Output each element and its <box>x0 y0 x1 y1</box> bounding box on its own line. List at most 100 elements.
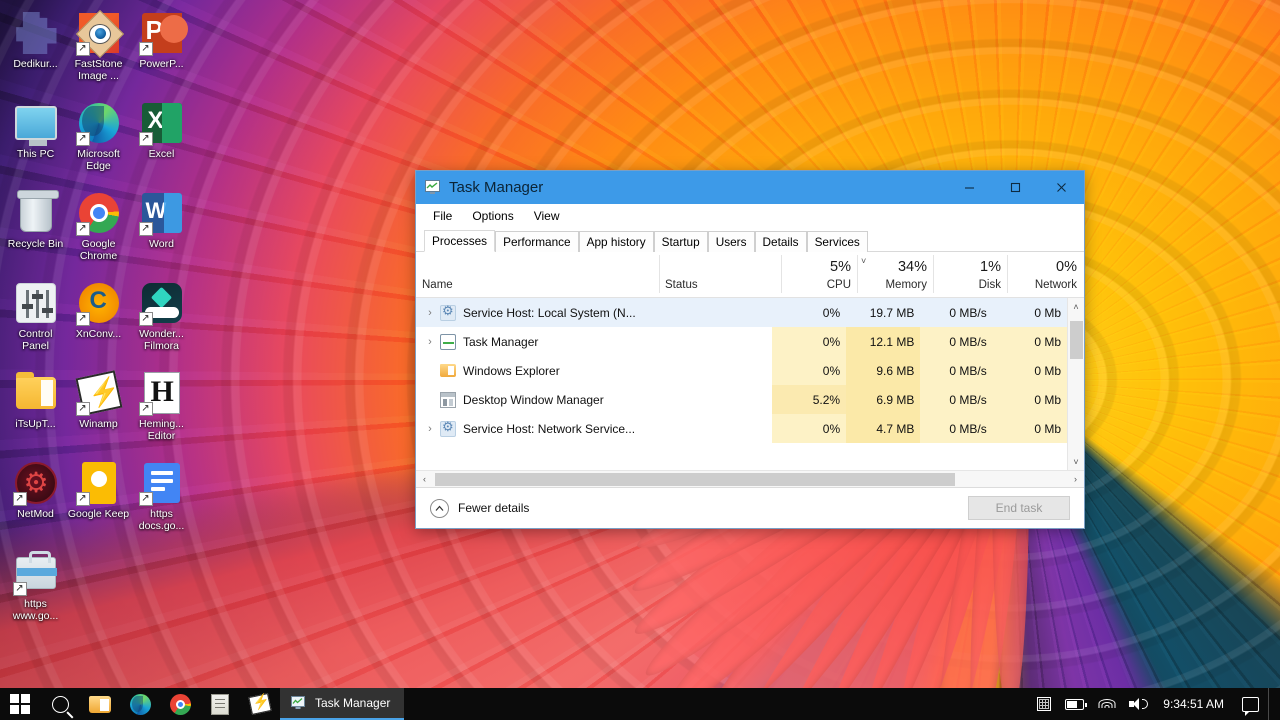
shortcut-overlay-icon <box>138 222 153 236</box>
wifi-button[interactable] <box>1093 688 1120 720</box>
end-task-button[interactable]: End task <box>968 496 1070 520</box>
desktop-icon-control-panel[interactable]: Control Panel <box>4 276 67 366</box>
desktop-icon-google-chrome[interactable]: Google Chrome <box>67 186 130 276</box>
shortcut-overlay-icon <box>12 492 27 506</box>
show-desktop-button[interactable] <box>1268 688 1274 720</box>
horizontal-scroll-thumb[interactable] <box>435 472 955 486</box>
chevron-right-icon[interactable]: › <box>422 307 438 319</box>
taskbar: Task Manager 9:34:51 AM <box>0 688 1280 720</box>
chrome-button[interactable] <box>160 688 200 720</box>
process-row[interactable]: Desktop Window Manager 5.2% 6.9 MB 0 MB/s 0 … <box>416 385 1067 414</box>
recycle-bin-icon <box>13 190 59 236</box>
vertical-scroll-thumb[interactable] <box>1069 321 1083 359</box>
desktop-icon-winamp[interactable]: Winamp <box>67 366 130 456</box>
notepad-button[interactable] <box>200 688 240 720</box>
window-titlebar[interactable]: Task Manager <box>416 171 1084 204</box>
menu-item-file[interactable]: File <box>424 206 461 226</box>
shortcut-overlay-icon <box>75 42 90 56</box>
desktop-icon-puzzle[interactable]: Dedikur... <box>4 6 67 96</box>
processes-panel: Name Status 5% CPU 34% Memory ˅ 1% Disk 0% Network… <box>416 252 1084 487</box>
file-explorer-button[interactable] <box>80 688 120 720</box>
desktop-icon-google-keep[interactable]: Google Keep <box>67 456 130 546</box>
vertical-scroll-track[interactable] <box>1068 315 1085 453</box>
desktop-icon-this-pc[interactable]: This PC <box>4 96 67 186</box>
battery-button[interactable] <box>1060 688 1089 720</box>
tab-users[interactable]: Users <box>707 231 755 252</box>
desktop-icon-word[interactable]: Word <box>130 186 193 276</box>
tab-performance[interactable]: Performance <box>495 231 579 252</box>
start-button[interactable] <box>0 688 40 720</box>
menu-item-options[interactable]: Options <box>463 206 522 226</box>
process-name-label: Service Host: Local System (N... <box>463 305 636 320</box>
horizontal-scroll-track[interactable] <box>433 471 1067 488</box>
shortcut-overlay-icon <box>75 132 90 146</box>
close-button[interactable] <box>1038 171 1084 204</box>
chevron-up-circle-icon <box>430 498 449 518</box>
google-chrome-icon <box>75 190 122 236</box>
horizontal-scrollbar[interactable]: ‹ › <box>416 470 1084 487</box>
desktop-icon-netmod[interactable]: NetMod <box>4 456 67 546</box>
column-header-name[interactable]: Name <box>416 251 659 297</box>
task-manager-window[interactable]: Task Manager File Options View Processes Pe… <box>415 170 1085 529</box>
desktop-icon-google-docs[interactable]: https docs.go... <box>130 456 193 546</box>
winamp-button[interactable] <box>240 688 280 720</box>
desktop-icon-recycle-bin[interactable]: Recycle Bin <box>4 186 67 276</box>
scroll-left-icon[interactable]: ‹ <box>416 471 433 488</box>
tab-processes[interactable]: Processes <box>424 230 496 252</box>
chevron-right-icon[interactable]: › <box>422 336 438 348</box>
taskbar-window-task-manager[interactable]: Task Manager <box>280 688 405 720</box>
column-header-status[interactable]: Status <box>659 251 781 297</box>
column-header-network[interactable]: 0% Network <box>1007 251 1083 297</box>
desktop-icon-folder[interactable]: iTsUpT... <box>4 366 67 456</box>
desktop-icon-wondershare-filmora[interactable]: Wonder... Filmora <box>130 276 193 366</box>
menu-item-view[interactable]: View <box>525 206 569 226</box>
process-row[interactable]: › Service Host: Network Service... 0%4.7 M… <box>416 414 1067 443</box>
tab-services[interactable]: Services <box>806 231 868 252</box>
process-row[interactable]: Windows Explorer 0% 9.6 MB 0 MB/s 0 Mb <box>416 356 1067 385</box>
process-name-cell[interactable]: Windows Explorer <box>416 356 653 385</box>
action-center-button[interactable] <box>1237 688 1264 720</box>
column-header-disk[interactable]: 1% Disk <box>933 251 1007 297</box>
scroll-down-icon[interactable]: ˅ <box>1068 453 1085 470</box>
tab-startup[interactable]: Startup <box>653 231 708 252</box>
tab-strip: Processes Performance App history Startup Us… <box>416 228 1084 252</box>
clock[interactable]: 9:34:51 AM <box>1154 697 1233 711</box>
column-header-cpu[interactable]: 5% CPU <box>781 251 857 297</box>
task-manager-icon <box>291 696 307 710</box>
tab-app-history[interactable]: App history <box>578 231 654 252</box>
desktop-icon-faststone-image-viewer[interactable]: FastStone Image ... <box>67 6 130 96</box>
process-row[interactable]: › Task Manager 0% 12.1 MB 0 MB/s 0 Mb <box>416 327 1067 356</box>
vertical-scrollbar[interactable]: ˄ ˅ <box>1067 298 1084 470</box>
minimize-button[interactable] <box>946 171 992 204</box>
edge-button[interactable] <box>120 688 160 720</box>
desktop-icon-microsoft-edge[interactable]: Microsoft Edge <box>67 96 130 186</box>
shortcut-overlay-icon <box>138 402 153 416</box>
process-name-cell[interactable]: › Service Host: Local System (N... <box>416 298 653 327</box>
maximize-button[interactable] <box>992 171 1038 204</box>
process-cpu-cell: 0% <box>771 327 847 356</box>
touchpad-button[interactable] <box>1032 688 1056 720</box>
desktop-icon-toolbox[interactable]: https www.go... <box>4 546 67 636</box>
word-icon <box>138 190 185 236</box>
chevron-right-icon[interactable]: › <box>422 423 438 435</box>
tab-details[interactable]: Details <box>754 231 807 252</box>
process-list[interactable]: › Service Host: Local System (N... 0% 19.7 … <box>416 298 1067 470</box>
search-button[interactable] <box>40 688 80 720</box>
desktop-icon-hemingway-editor[interactable]: Heming... Editor <box>130 366 193 456</box>
process-memory-cell: 19.7 MB <box>869 305 915 320</box>
fewer-details-button[interactable]: Fewer details <box>430 498 968 518</box>
scroll-up-icon[interactable]: ˄ <box>1068 298 1085 315</box>
desktop-icon-xnconvert[interactable]: XnConv... <box>67 276 130 366</box>
process-row[interactable]: › Service Host: Local System (N... 0% 19.7 … <box>416 298 1067 327</box>
desktop-icon-powerpoint[interactable]: PowerP... <box>130 6 193 96</box>
process-name-cell[interactable]: Desktop Window Manager <box>416 385 653 414</box>
desktop-icon-excel[interactable]: Excel <box>130 96 193 186</box>
scroll-right-icon[interactable]: › <box>1067 471 1084 488</box>
volume-button[interactable] <box>1124 688 1150 720</box>
process-name-cell[interactable]: › Task Manager <box>416 327 653 356</box>
process-disk-cell: 0 MB/s <box>949 305 987 320</box>
process-cpu-cell: 0% <box>771 356 847 385</box>
process-name-cell[interactable]: › Service Host: Network Service... <box>416 414 653 443</box>
column-header-memory[interactable]: 34% Memory ˅ <box>857 251 933 297</box>
desktop-icon-label: https docs.go... <box>138 508 185 532</box>
